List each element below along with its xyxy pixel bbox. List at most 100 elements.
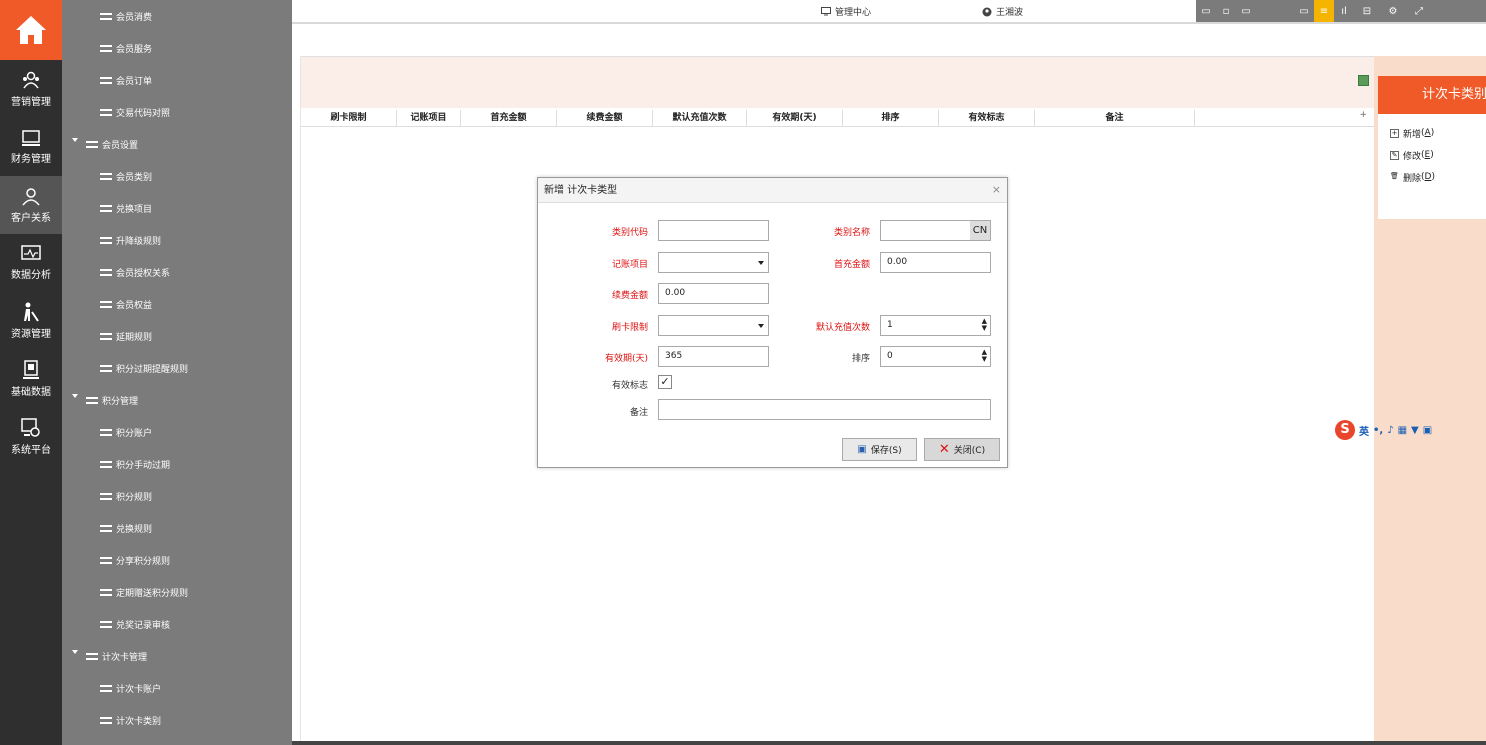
tree-item[interactable]: 会员消费 xyxy=(62,0,292,32)
renew-amount-input[interactable]: 0.00 xyxy=(658,283,769,304)
menu-item-icon xyxy=(100,716,112,724)
add-action[interactable]: + 新增(A) xyxy=(1378,122,1486,144)
grid-column-header[interactable]: 默认充值次数 xyxy=(653,110,747,127)
signal-button[interactable]: ıl xyxy=(1334,0,1354,22)
microphone-icon: ♪ xyxy=(1387,424,1394,436)
tree-item-label: 积分手动过期 xyxy=(116,460,171,471)
valid-days-input[interactable]: 365 xyxy=(658,346,769,367)
tree-item[interactable]: 积分手动过期 xyxy=(62,448,292,480)
tree-item[interactable]: 定期赠送积分规则 xyxy=(62,576,292,608)
user-icon xyxy=(22,188,40,206)
code-input[interactable] xyxy=(658,220,769,241)
tree-item[interactable]: 分享积分规则 xyxy=(62,544,292,576)
add-column-icon[interactable]: + xyxy=(1359,110,1367,120)
default-count-stepper[interactable]: 1 ▲ ▼ xyxy=(880,315,991,336)
tree-item[interactable]: 会员服务 xyxy=(62,32,292,64)
menu-item-icon xyxy=(100,204,112,212)
new-card-type-dialog: 新增 计次卡类型 × 类别代码 类别名称 CN 记账项目 首充金额 0.00 续… xyxy=(537,177,1008,468)
card-button[interactable]: ▭ xyxy=(1294,0,1314,22)
tree-item[interactable]: 积分过期提醒规则 xyxy=(62,352,292,384)
stepper-arrows-icon[interactable]: ▲ ▼ xyxy=(982,318,987,332)
user-menu[interactable]: 王湘波 xyxy=(982,5,1023,18)
punctuation-icon: •, xyxy=(1373,424,1384,436)
tree-group-collapsed[interactable] xyxy=(62,736,292,745)
cn-button[interactable]: CN xyxy=(970,221,990,240)
grid-column-header[interactable]: 排序 xyxy=(843,110,939,127)
chat-button[interactable]: ▫ xyxy=(1216,0,1236,22)
grid-column-header[interactable]: 刷卡限制 xyxy=(301,110,397,127)
name-input[interactable]: CN xyxy=(880,220,991,241)
edit-action[interactable]: ✎ 修改(E) xyxy=(1378,144,1486,166)
settings-button[interactable]: ⚙ xyxy=(1380,0,1406,22)
edit-action-key: E xyxy=(1424,150,1431,160)
skin-icon: ▼ xyxy=(1411,424,1419,436)
chevron-down-icon xyxy=(758,261,764,265)
remark-label: 备注 xyxy=(629,408,648,418)
stepper-arrows-icon[interactable]: ▲ ▼ xyxy=(982,349,987,363)
tree-item[interactable]: 兑奖记录审核 xyxy=(62,608,292,640)
rail-item-basic-data[interactable]: 基础数据 xyxy=(0,350,62,408)
save-button[interactable]: ▣ 保存(S) xyxy=(842,438,917,461)
rail-item-analytics[interactable]: 数据分析 xyxy=(0,234,62,292)
swipe-limit-select[interactable] xyxy=(658,315,769,336)
rail-label: 资源管理 xyxy=(11,329,51,340)
tree-item[interactable]: 会员权益 xyxy=(62,288,292,320)
window-icon: ▭ xyxy=(1241,5,1251,17)
expand-button[interactable]: ⤢ xyxy=(1406,0,1432,22)
tree-item-label: 定期赠送积分规则 xyxy=(116,588,189,599)
monitor-icon xyxy=(22,130,40,146)
rail-item-crm[interactable]: 客户关系 xyxy=(0,176,62,234)
home-button[interactable] xyxy=(0,0,62,60)
remark-input[interactable] xyxy=(658,399,991,420)
rail-item-resources[interactable]: 资源管理 xyxy=(0,292,62,350)
grid-column-header[interactable]: 备注 xyxy=(1035,110,1195,127)
tree-item[interactable]: 计次卡类别 xyxy=(62,704,292,736)
tree-item-label: 会员设置 xyxy=(102,140,139,151)
tree-item[interactable]: 计次卡账户 xyxy=(62,672,292,704)
tree-item[interactable]: 兑换项目 xyxy=(62,192,292,224)
menu-item-icon xyxy=(86,396,98,404)
active-checkbox[interactable]: ✓ xyxy=(658,375,672,389)
tree-item[interactable]: 升降级规则 xyxy=(62,224,292,256)
export-excel-icon[interactable] xyxy=(1358,75,1369,86)
grid-column-header[interactable]: 有效标志 xyxy=(939,110,1035,127)
delete-action[interactable]: 🗑 删除(D) xyxy=(1378,166,1486,188)
tree-item[interactable]: 会员订单 xyxy=(62,64,292,96)
window-button[interactable]: ▭ xyxy=(1236,0,1256,22)
rail-item-system[interactable]: 系统平台 xyxy=(0,408,62,466)
menu-button[interactable]: ≡ xyxy=(1314,0,1334,22)
rail-label: 数据分析 xyxy=(11,270,51,281)
folder-button[interactable]: ▭ xyxy=(1196,0,1216,22)
lock-button[interactable]: ⊟ xyxy=(1354,0,1380,22)
grid-column-header[interactable]: 有效期(天) xyxy=(747,110,843,127)
tree-group[interactable]: 会员设置 xyxy=(62,128,292,160)
tree-group[interactable]: 计次卡管理 xyxy=(62,640,292,672)
tree-item[interactable]: 会员授权关系 xyxy=(62,256,292,288)
top-toolbar: ▭ ▫ ▭ ▭ ≡ ıl ⊟ ⚙ ⤢ xyxy=(1196,0,1486,22)
tree-item[interactable]: 积分账户 xyxy=(62,416,292,448)
close-button[interactable]: ✕ 关闭(C) xyxy=(924,438,1000,461)
tree-item[interactable]: 兑换规则 xyxy=(62,512,292,544)
add-icon: + xyxy=(1390,128,1399,138)
management-center-link[interactable]: 管理中心 xyxy=(821,5,871,18)
tree-item[interactable]: 延期规则 xyxy=(62,320,292,352)
account-select[interactable] xyxy=(658,252,769,273)
rail-item-marketing[interactable]: 营销管理 xyxy=(0,60,62,118)
dialog-close-icon[interactable]: × xyxy=(992,184,1001,195)
grid-column-header[interactable]: 记账项目 xyxy=(397,110,461,127)
grid-column-header[interactable]: 首充金额 xyxy=(461,110,557,127)
tree-item[interactable]: 交易代码对照 xyxy=(62,96,292,128)
folder-icon: ▭ xyxy=(1201,5,1211,17)
tree-item[interactable]: 会员类别 xyxy=(62,160,292,192)
tree-item-label: 分享积分规则 xyxy=(116,556,171,567)
tree-item-label: 会员服务 xyxy=(116,44,153,55)
grid-column-header[interactable]: 续费金额 xyxy=(557,110,653,127)
rail-item-finance[interactable]: 财务管理 xyxy=(0,118,62,176)
sort-stepper[interactable]: 0 ▲ ▼ xyxy=(880,346,991,367)
tree-group[interactable]: 积分管理 xyxy=(62,384,292,416)
default-count-label: 默认充值次数 xyxy=(815,323,870,333)
menu-item-icon xyxy=(100,556,112,564)
ime-toolbar[interactable]: S 英 •, ♪ ▦ ▼ ▣ xyxy=(1335,419,1486,441)
tree-item[interactable]: 积分规则 xyxy=(62,480,292,512)
first-amount-input[interactable]: 0.00 xyxy=(880,252,991,273)
